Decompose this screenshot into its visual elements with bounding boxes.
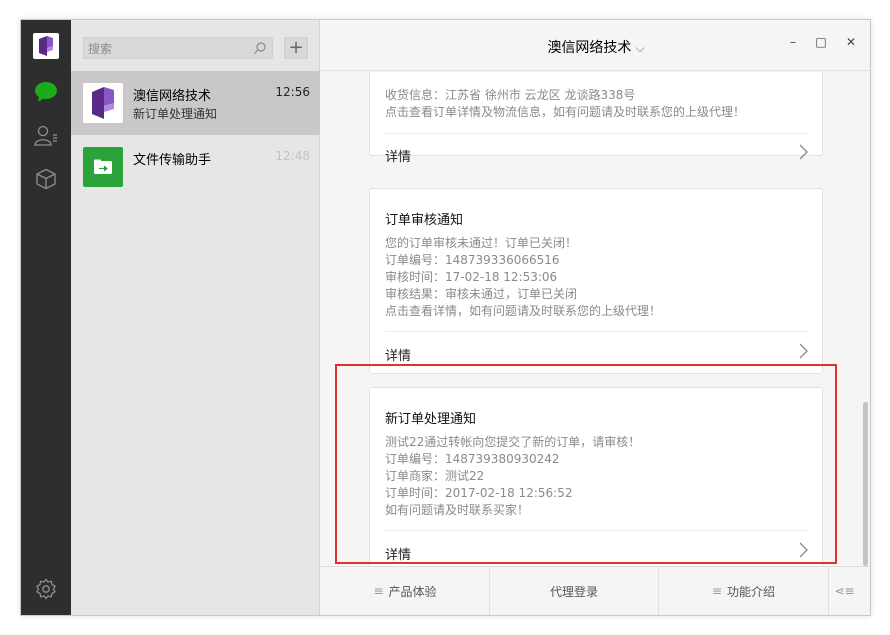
menu-label: 产品体验	[388, 584, 437, 599]
divider	[385, 530, 808, 531]
chat-bubble-icon[interactable]	[34, 80, 58, 104]
card-line: 点击查看订单详情及物流信息，如有问题请及时联系您的上级代理！	[385, 105, 746, 119]
conversation-name: 文件传输助手	[133, 153, 212, 168]
card-line: 订单编号：148739336066516	[385, 253, 560, 267]
card-line: 订单编号：148739380930242	[385, 452, 560, 466]
card-line: 测试22通过转帐向您提交了新的订单，请审核！	[385, 435, 641, 449]
chat-title-text: 澳信网络技术	[547, 40, 632, 56]
card-line: 您的订单审核未通过！订单已关闭！	[385, 236, 578, 250]
card-line: 订单时间：2017-02-18 12:56:52	[385, 486, 573, 500]
maximize-button[interactable]: □	[813, 34, 829, 50]
keyboard-toggle-icon[interactable]: ⋖≡	[829, 567, 860, 615]
card-line: 审核结果：审核未通过，订单已关闭	[385, 287, 578, 301]
message-card: 收货信息：江苏省 徐州市 云龙区 龙谈路338号 点击查看订单详情及物流信息，如…	[369, 72, 823, 165]
divider	[385, 331, 808, 332]
minimize-button[interactable]: –	[785, 34, 801, 50]
divider	[385, 133, 808, 134]
scrollbar[interactable]	[863, 402, 868, 566]
card-line: 审核时间：17-02-18 12:53:06	[385, 270, 558, 284]
search-input[interactable]	[84, 39, 272, 59]
app-logo-icon[interactable]	[33, 33, 59, 59]
menu-agent-login[interactable]: 代理登录	[490, 567, 659, 615]
contacts-icon[interactable]	[34, 124, 58, 148]
conversation-preview: 新订单处理通知	[133, 107, 218, 121]
nav-rail	[21, 20, 71, 615]
close-button[interactable]: ✕	[843, 34, 859, 50]
message-area: 收货信息：江苏省 徐州市 云龙区 龙谈路338号 点击查看订单详情及物流信息，如…	[321, 72, 870, 568]
conversation-time: 12:48	[275, 149, 310, 163]
add-conversation-button[interactable]: +	[284, 37, 308, 59]
menu-bar: ≡ 产品体验 代理登录 ≡ 功能介绍 ⋖≡	[321, 566, 870, 615]
gear-icon[interactable]	[34, 577, 58, 601]
wechat-window: + 澳信网络技术 新订单处理通知 12:56 文件传输助手	[20, 19, 871, 616]
card-title: 订单审核通知	[385, 213, 464, 228]
chevron-right-icon[interactable]	[798, 343, 808, 359]
search-icon[interactable]	[253, 41, 267, 55]
detail-link[interactable]: 详情	[385, 146, 411, 165]
card-body: 收货信息：江苏省 徐州市 云龙区 龙谈路338号 点击查看订单详情及物流信息，如…	[385, 87, 745, 121]
card-line: 收货信息：江苏省 徐州市 云龙区 龙谈路338号	[385, 88, 636, 102]
file-transfer-icon	[83, 147, 123, 187]
card-body: 您的订单审核未通过！订单已关闭！ 订单编号：148739336066516 审核…	[385, 235, 661, 320]
chevron-down-icon[interactable]: ⌵	[635, 41, 644, 55]
menu-label: 功能介绍	[727, 584, 776, 599]
avatar	[83, 83, 123, 123]
chat-pane: 澳信网络技术 ⌵ – □ ✕ 收货信息：江苏省 徐州市 云龙区 龙谈路338号 点…	[321, 20, 870, 615]
conversation-time: 12:56	[275, 85, 310, 99]
box-icon[interactable]	[34, 167, 58, 191]
detail-link[interactable]: 详情	[385, 345, 411, 364]
message-card: 新订单处理通知 测试22通过转帐向您提交了新的订单，请审核！ 订单编号：1487…	[369, 387, 823, 568]
conversation-item[interactable]: 文件传输助手 12:48	[71, 135, 320, 199]
menu-features[interactable]: ≡ 功能介绍	[659, 567, 829, 615]
chat-header: 澳信网络技术 ⌵ – □ ✕	[321, 20, 870, 71]
chevron-right-icon[interactable]	[798, 542, 808, 558]
conversation-name: 澳信网络技术	[133, 89, 212, 104]
card-line: 如有问题请及时联系买家！	[385, 503, 530, 517]
chevron-right-icon[interactable]	[798, 144, 808, 160]
card-title: 新订单处理通知	[385, 412, 477, 427]
message-card: 订单审核通知 您的订单审核未通过！订单已关闭！ 订单编号：14873933606…	[369, 188, 823, 374]
menu-product-experience[interactable]: ≡ 产品体验	[321, 567, 490, 615]
card-body: 测试22通过转帐向您提交了新的订单，请审核！ 订单编号：148739380930…	[385, 434, 640, 519]
menu-icon: ≡	[711, 584, 723, 598]
card-line: 点击查看详情，如有问题请及时联系您的上级代理！	[385, 304, 662, 318]
card-line: 订单商家：测试22	[385, 469, 485, 483]
menu-icon: ≡	[373, 584, 384, 598]
conversation-list: + 澳信网络技术 新订单处理通知 12:56 文件传输助手	[71, 20, 320, 615]
menu-label: 代理登录	[549, 584, 598, 599]
search-box	[83, 37, 273, 59]
detail-link[interactable]: 详情	[385, 544, 411, 563]
conversation-item[interactable]: 澳信网络技术 新订单处理通知 12:56	[71, 71, 320, 135]
